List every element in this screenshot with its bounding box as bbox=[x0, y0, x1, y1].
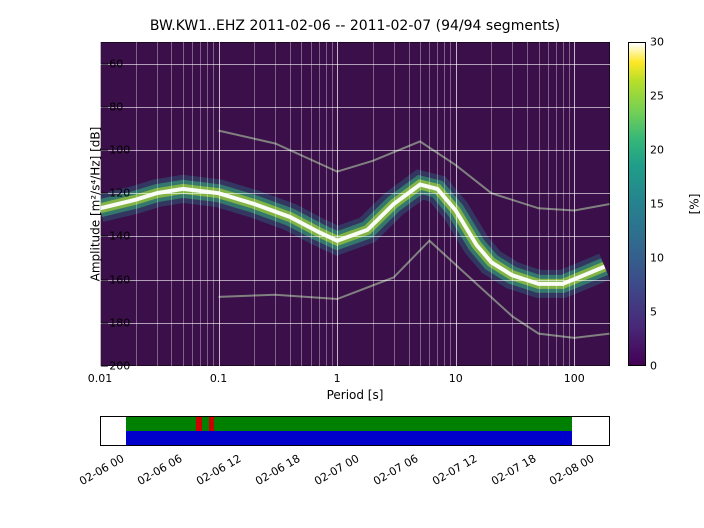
x-axis-label: Period [s] bbox=[100, 388, 610, 402]
timeline-tick: 02-07 18 bbox=[471, 452, 538, 498]
x-tick: 100 bbox=[564, 366, 585, 385]
colorbar-tick: 15 bbox=[650, 198, 664, 211]
x-tick: 1 bbox=[334, 366, 341, 385]
colorbar-tick: 25 bbox=[650, 90, 664, 103]
colorbar-tick: 5 bbox=[650, 306, 657, 319]
colorbar-tick: 10 bbox=[650, 252, 664, 265]
colorbar-label: [%] bbox=[687, 194, 701, 215]
timeline-tick: 02-07 06 bbox=[353, 452, 420, 498]
colorbar-tick: 30 bbox=[650, 36, 664, 49]
timeline-tick: 02-06 00 bbox=[59, 452, 126, 498]
page-title: BW.KW1..EHZ 2011-02-06 -- 2011-02-07 (94… bbox=[100, 18, 610, 34]
colorbar-tick: 0 bbox=[650, 360, 657, 373]
timeline-plot bbox=[100, 416, 610, 446]
x-tick: 10 bbox=[449, 366, 463, 385]
ppsd-heatmap bbox=[100, 42, 610, 366]
timeline-tick: 02-06 18 bbox=[236, 452, 303, 498]
timeline-tick: 02-07 00 bbox=[294, 452, 361, 498]
colorbar bbox=[628, 42, 646, 366]
timeline-tick: 02-07 12 bbox=[412, 452, 479, 498]
timeline-tick: 02-06 12 bbox=[177, 452, 244, 498]
timeline-tick: 02-08 00 bbox=[530, 452, 597, 498]
y-axis-label: Amplitude [m²/s⁴/Hz] [dB] bbox=[88, 127, 102, 282]
x-tick: 0.01 bbox=[88, 366, 113, 385]
ppsd-svg bbox=[100, 42, 610, 366]
timeline-tick: 02-06 06 bbox=[118, 452, 185, 498]
x-tick: 0.1 bbox=[210, 366, 228, 385]
colorbar-tick: 20 bbox=[650, 144, 664, 157]
